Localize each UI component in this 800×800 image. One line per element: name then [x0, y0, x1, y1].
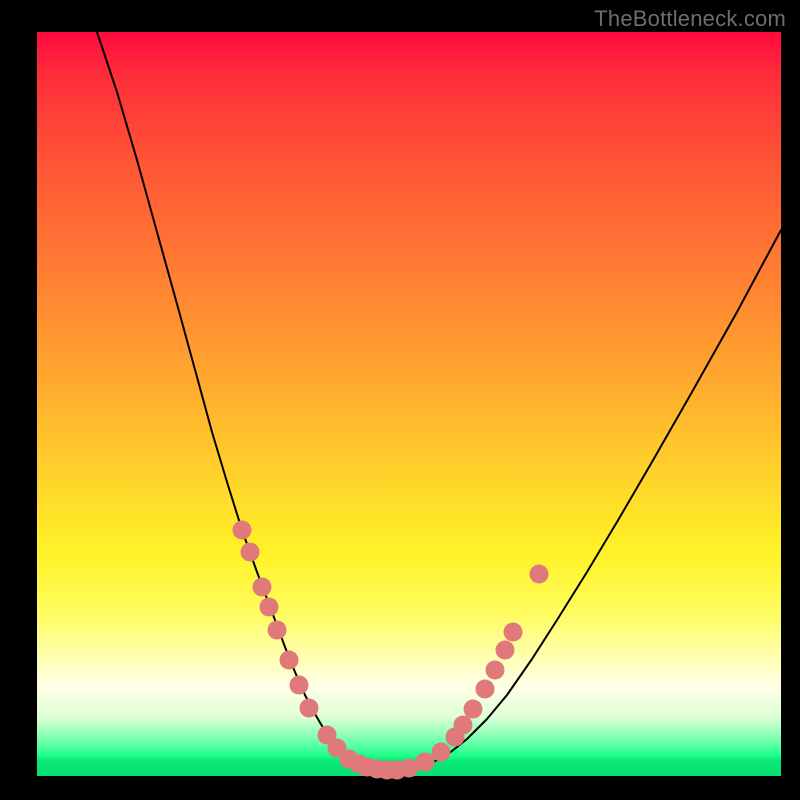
marker-dot	[432, 743, 451, 762]
marker-dot	[464, 700, 483, 719]
marker-dot	[280, 651, 299, 670]
marker-dot	[504, 623, 523, 642]
marker-dot	[530, 565, 549, 584]
marker-dot	[300, 699, 319, 718]
marker-dot	[253, 578, 272, 597]
marker-dot	[416, 753, 435, 772]
watermark-text: TheBottleneck.com	[594, 6, 786, 32]
marker-dot	[290, 676, 309, 695]
marker-dot	[268, 621, 287, 640]
highlight-dots	[233, 521, 549, 780]
curve-layer	[37, 32, 781, 776]
marker-dot	[454, 716, 473, 735]
marker-dot	[496, 641, 515, 660]
plot-area	[37, 32, 781, 776]
marker-dot	[486, 661, 505, 680]
marker-dot	[260, 598, 279, 617]
marker-dot	[476, 680, 495, 699]
marker-dot	[241, 543, 260, 562]
bottleneck-curve	[97, 32, 781, 771]
outer-frame: TheBottleneck.com	[0, 0, 800, 800]
marker-dot	[233, 521, 252, 540]
